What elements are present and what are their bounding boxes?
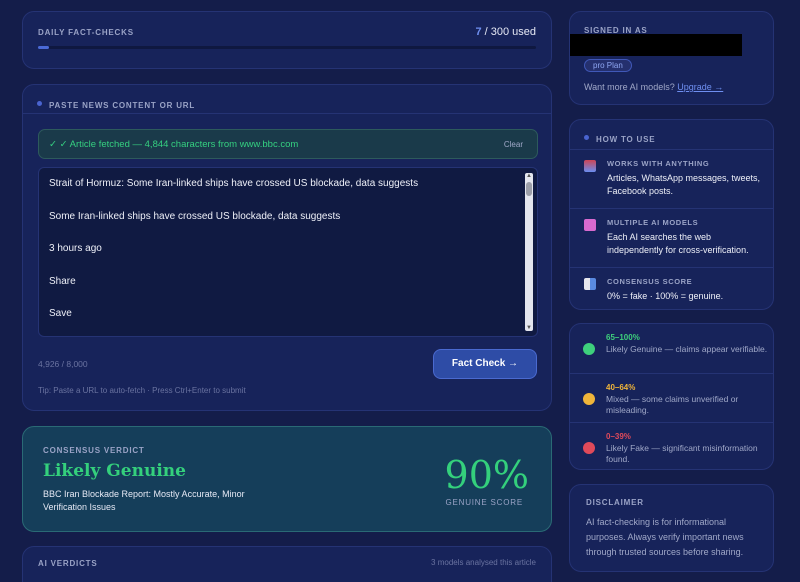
legend-range: 65–100%: [606, 333, 640, 342]
how-to-use-header: HOW TO USE: [584, 129, 655, 147]
fetch-status-banner: ✓ ✓ Article fetched — 4,844 characters f…: [38, 129, 538, 159]
textarea-scrollbar[interactable]: ▲ ▼: [525, 173, 533, 331]
scroll-up-icon[interactable]: ▲: [525, 173, 533, 179]
legend-desc: Likely Genuine — claims appear verifiabl…: [606, 344, 768, 354]
green-circle-icon: [583, 343, 595, 355]
signed-in-card: SIGNED IN AS pro Plan Want more AI model…: [569, 11, 774, 105]
score-legend-card: 65–100% Likely Genuine — claims appear v…: [569, 323, 774, 470]
red-circle-icon: [583, 442, 595, 454]
consensus-verdict-label: CONSENSUS VERDICT: [43, 446, 145, 455]
legend-desc: Likely Fake — significant misinformation…: [606, 443, 758, 464]
how-to-item: CONSENSUS SCORE 0% = fake · 100% = genui…: [570, 267, 773, 311]
usage-count: 7 / 300 used: [475, 26, 536, 38]
bullet-dot-icon: [584, 135, 589, 141]
fetch-status-message: ✓ ✓ Article fetched — 4,844 characters f…: [49, 139, 299, 150]
bullet-dot-icon: [37, 101, 42, 107]
character-counter: 4,926 / 8,000: [38, 359, 88, 369]
news-content-textarea[interactable]: Strait of Hormuz: Some Iran-linked ships…: [38, 167, 538, 337]
textarea-line: Save: [49, 308, 72, 319]
how-to-item-title: MULTIPLE AI MODELS: [607, 218, 699, 227]
legend-item: 40–64% Mixed — some claims unverified or…: [570, 373, 773, 422]
textarea-line: Strait of Hormuz: Some Iran-linked ships…: [49, 178, 419, 189]
legend-item: 65–100% Likely Genuine — claims appear v…: [570, 324, 773, 373]
how-to-item-desc: Each AI searches the web independently f…: [607, 232, 749, 255]
usage-progress-bar: [38, 46, 536, 49]
paste-content-label: PASTE NEWS CONTENT OR URL: [49, 101, 196, 110]
verdict-description: BBC Iran Blockade Report: Mostly Accurat…: [43, 489, 245, 512]
upgrade-prompt-text: Want more AI models?: [584, 82, 678, 92]
daily-usage-label: DAILY FACT-CHECKS: [38, 28, 134, 37]
how-to-item: WORKS WITH ANYTHING Articles, WhatsApp m…: [570, 149, 773, 208]
consensus-verdict-card: CONSENSUS VERDICT Likely Genuine BBC Ira…: [22, 426, 552, 532]
legend-range: 40–64%: [606, 383, 636, 392]
legend-desc: Mixed — some claims unverified or mislea…: [606, 394, 739, 415]
plan-badge: pro Plan: [584, 59, 632, 72]
verdict-title: Likely Genuine: [43, 461, 186, 481]
redacted-user-email: [570, 34, 742, 56]
yellow-circle-icon: [583, 393, 595, 405]
genuine-score: 90%: [444, 453, 529, 497]
clear-button[interactable]: Clear: [504, 140, 523, 149]
how-to-item-desc: 0% = fake · 100% = genuine.: [607, 291, 724, 301]
upgrade-link[interactable]: Upgrade →: [677, 82, 723, 92]
fact-check-button[interactable]: Fact Check →: [433, 349, 537, 379]
paste-content-header: PASTE NEWS CONTENT OR URL: [37, 95, 195, 113]
how-to-item: MULTIPLE AI MODELS Each AI searches the …: [570, 208, 773, 267]
disclaimer-label: DISCLAIMER: [586, 498, 644, 507]
genuine-score-label: GENUINE SCORE: [445, 498, 523, 507]
ai-verdicts-card: AI VERDICTS 3 models analysed this artic…: [22, 546, 552, 582]
how-to-use-card: HOW TO USE WORKS WITH ANYTHING Articles,…: [569, 119, 774, 310]
legend-item: 0–39% Likely Fake — significant misinfor…: [570, 422, 773, 471]
models-analysed-count: 3 models analysed this article: [431, 558, 536, 567]
phone-icon: [584, 160, 596, 172]
scroll-down-icon[interactable]: ▼: [525, 325, 533, 331]
how-to-item-title: WORKS WITH ANYTHING: [607, 159, 710, 168]
usage-tip: Tip: Paste a URL to auto-fetch · Press C…: [38, 386, 246, 395]
disclaimer-text: AI fact-checking is for informational pu…: [586, 517, 744, 557]
upgrade-prompt: Want more AI models? Upgrade →: [584, 82, 723, 92]
usage-count-total: / 300 used: [481, 26, 536, 38]
how-to-use-label: HOW TO USE: [596, 135, 656, 144]
legend-range: 0–39%: [606, 432, 631, 441]
usage-progress-fill: [38, 46, 50, 49]
paste-content-card: PASTE NEWS CONTENT OR URL ✓ ✓ Article fe…: [22, 84, 552, 411]
daily-usage-card: DAILY FACT-CHECKS 7 / 300 used: [22, 11, 552, 69]
textarea-line: Share: [49, 275, 76, 287]
robot-icon: [584, 219, 596, 231]
scrollbar-thumb[interactable]: [526, 182, 532, 196]
disclaimer-card: DISCLAIMER AI fact-checking is for infor…: [569, 484, 774, 572]
textarea-line: 3 hours ago: [49, 243, 102, 254]
chart-icon: [584, 278, 596, 290]
how-to-item-desc: Articles, WhatsApp messages, tweets, Fac…: [607, 173, 761, 196]
divider: [23, 113, 551, 114]
textarea-line: Some Iran-linked ships have crossed US b…: [49, 210, 341, 222]
how-to-item-title: CONSENSUS SCORE: [607, 277, 693, 286]
ai-verdicts-label: AI VERDICTS: [38, 559, 98, 568]
